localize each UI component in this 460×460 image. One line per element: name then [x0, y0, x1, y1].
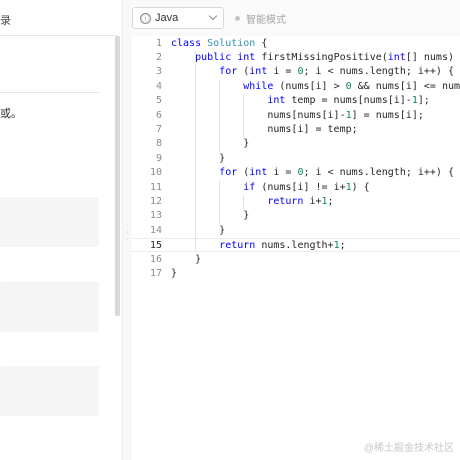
code-text[interactable]: }: [171, 267, 177, 281]
code-line[interactable]: 15 return nums.length+1;: [132, 238, 460, 253]
example-block-1: [0, 197, 99, 247]
indent-guide: [195, 50, 197, 253]
chevron-down-icon: [208, 11, 218, 21]
code-editor[interactable]: 1 class Solution {2 public int firstMissi…: [132, 36, 460, 460]
line-number: 6: [155, 109, 162, 121]
code-text[interactable]: int temp = nums[nums[i]-1];: [171, 94, 430, 108]
example-block-2: [0, 282, 99, 332]
code-line[interactable]: 3 for (int i = 0; i < nums.length; i++) …: [132, 65, 460, 79]
line-number: 14: [149, 224, 162, 236]
line-number: 10: [149, 167, 162, 179]
line-number: 17: [149, 267, 162, 279]
code-text[interactable]: nums[nums[i]-1] = nums[i];: [171, 109, 424, 123]
problem-tab-label[interactable]: 录: [0, 12, 11, 28]
line-number: 7: [155, 123, 162, 135]
code-line[interactable]: 13 }: [132, 209, 460, 223]
code-text[interactable]: if (nums[i] != i+1) {: [171, 181, 369, 195]
code-text[interactable]: }: [171, 152, 225, 166]
code-line[interactable]: 4 while (nums[i] > 0 && nums[i] <= nums.…: [132, 80, 460, 94]
panel-divider: [0, 35, 118, 36]
code-line[interactable]: 11 if (nums[i] != i+1) {: [132, 181, 460, 195]
code-text[interactable]: while (nums[i] > 0 && nums[i] <= nums.le…: [171, 80, 460, 94]
code-text[interactable]: return nums.length+1;: [171, 239, 345, 253]
code-line[interactable]: 14 }: [132, 224, 460, 238]
code-text[interactable]: public int firstMissingPositive(int[] nu…: [171, 51, 460, 65]
line-number: 13: [149, 210, 162, 222]
problem-panel: 录 或。: [0, 0, 118, 460]
info-icon: ⓘ: [140, 12, 151, 24]
line-number: 9: [155, 152, 162, 164]
watermark: @稀土掘金技术社区: [363, 443, 454, 454]
code-line[interactable]: 12 return i+1;: [132, 195, 460, 209]
code-text[interactable]: }: [171, 253, 201, 267]
indent-guide: [219, 79, 221, 152]
line-number: 1: [155, 37, 162, 49]
code-text[interactable]: }: [171, 137, 249, 151]
problem-panel-scrollbar[interactable]: [115, 36, 120, 316]
indent-guide: [243, 94, 245, 138]
indent-guide: [219, 180, 221, 224]
panel-splitter[interactable]: · · ·: [122, 0, 132, 460]
code-line[interactable]: 2 public int firstMissingPositive(int[] …: [132, 51, 460, 65]
language-select[interactable]: ⓘ Java: [132, 7, 224, 29]
code-line[interactable]: 9 }: [132, 152, 460, 166]
code-line[interactable]: 5 int temp = nums[nums[i]-1];: [132, 94, 460, 108]
code-line[interactable]: 1 class Solution {: [132, 37, 460, 51]
line-number: 2: [155, 51, 162, 63]
code-text[interactable]: nums[i] = temp;: [171, 123, 357, 137]
code-line[interactable]: 7 nums[i] = temp;: [132, 123, 460, 137]
indent-guide: [243, 194, 245, 210]
code-line[interactable]: 10 for (int i = 0; i < nums.length; i++)…: [132, 166, 460, 180]
line-number: 12: [149, 195, 162, 207]
line-number: 11: [149, 181, 162, 193]
code-line[interactable]: 8 }: [132, 137, 460, 151]
example-block-3: [0, 366, 99, 416]
code-line[interactable]: 6 nums[nums[i]-1] = nums[i];: [132, 109, 460, 123]
line-number: 5: [155, 95, 162, 107]
smart-mode-toggle[interactable]: 智能模式: [235, 11, 286, 26]
editor-toolbar: ⓘ Java 智能模式: [132, 0, 460, 36]
code-text[interactable]: }: [171, 209, 249, 223]
language-select-value: Java: [155, 12, 179, 24]
code-line[interactable]: 17}: [132, 267, 460, 281]
code-text[interactable]: class Solution {: [171, 37, 267, 51]
splitter-grip-icon[interactable]: · · ·: [126, 222, 129, 243]
section-divider: [0, 92, 100, 93]
line-number: 16: [149, 253, 162, 265]
code-text[interactable]: }: [171, 224, 225, 238]
line-number: 3: [155, 66, 162, 78]
problem-description-text: 或。: [0, 108, 22, 120]
status-dot-icon: [235, 16, 240, 21]
line-number: 15: [149, 240, 162, 252]
code-text[interactable]: for (int i = 0; i < nums.length; i++) {: [171, 166, 454, 180]
line-number: 8: [155, 138, 162, 150]
line-number: 4: [155, 80, 162, 92]
code-text[interactable]: for (int i = 0; i < nums.length; i++) {: [171, 65, 454, 79]
code-line[interactable]: 16 }: [132, 253, 460, 267]
smart-mode-label: 智能模式: [246, 15, 286, 26]
